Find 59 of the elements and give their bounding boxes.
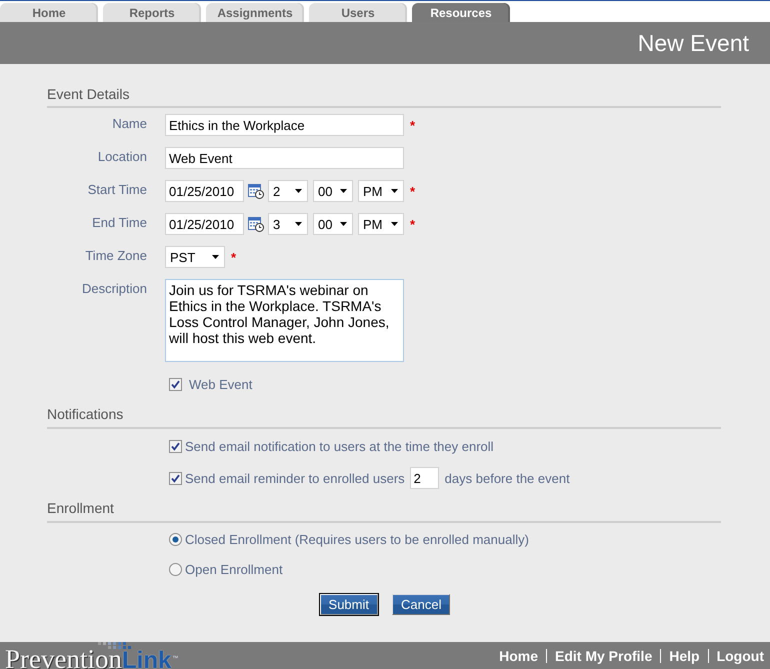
footer-link[interactable]: Help [669, 648, 700, 664]
checkbox[interactable] [169, 378, 182, 390]
text-input[interactable]: Web Event [165, 147, 404, 169]
caret-icon [340, 189, 347, 193]
footer-link[interactable]: Home [499, 648, 538, 664]
nav-tab[interactable]: Home [0, 3, 98, 22]
checkbox[interactable] [169, 440, 182, 452]
field-label: Time Zone [84, 247, 147, 265]
date-input[interactable]: 01/25/2010 [165, 180, 244, 202]
nav-tab[interactable]: Resources [412, 3, 510, 22]
field-label: End Time [91, 214, 147, 232]
minute-dropdown[interactable]: 00 [313, 180, 353, 202]
caret-icon [391, 222, 398, 226]
period-dropdown[interactable]: PM [358, 213, 404, 235]
period-dropdown[interactable]: PM [358, 180, 404, 202]
date-input[interactable]: 01/25/2010 [165, 213, 244, 235]
required-asterisk: * [410, 218, 416, 230]
required-asterisk: * [231, 250, 236, 264]
section-heading: Enrollment [47, 500, 115, 516]
text-input[interactable]: Ethics in the Workplace [165, 114, 404, 136]
radio-button[interactable] [169, 532, 182, 546]
radio-label: Closed Enrollment (Requires users to be enrolled manually) [185, 532, 529, 546]
caret-icon [391, 189, 398, 193]
square-grid-icon [98, 642, 133, 649]
radio-button[interactable] [169, 562, 182, 576]
days-input[interactable]: 2 [410, 467, 439, 489]
caret-icon [340, 222, 347, 226]
checkbox-label: Web Event [189, 376, 252, 392]
nav-tab[interactable]: Reports [103, 3, 201, 22]
footer-link[interactable]: Edit My Profile [555, 648, 652, 664]
caret-icon [295, 189, 302, 193]
footer-link[interactable]: Logout [716, 648, 764, 664]
required-asterisk: * [410, 184, 416, 198]
caret-icon [295, 222, 302, 226]
field-label: Location [96, 148, 147, 166]
checkbox[interactable] [169, 472, 182, 484]
hour-dropdown[interactable]: 3 [268, 213, 308, 235]
field-label: Start Time [86, 181, 147, 199]
action-button[interactable]: Cancel [392, 594, 450, 615]
days-suffix-text: days before the event [444, 470, 570, 486]
section-heading: Event Details [47, 86, 130, 102]
caret-icon [212, 255, 219, 259]
field-label: Description [80, 280, 147, 298]
page-title: New Event [638, 30, 749, 56]
description-textarea[interactable]: Join us for TSRMA's webinar on Ethics in the Workplace. TSRMA's Loss Control Manager, John Jones, will host this web event. [165, 279, 404, 362]
field-label: Name [111, 115, 147, 133]
calendar-icon[interactable] [248, 216, 264, 232]
hour-dropdown[interactable]: 2 [268, 180, 308, 202]
action-button[interactable]: Submit [320, 594, 378, 615]
required-asterisk: * [410, 118, 416, 132]
time-zone-dropdown[interactable]: PST [165, 246, 225, 268]
checkbox-label: Send email notification to users at the time they enroll [185, 438, 494, 454]
radio-label: Open Enrollment [185, 562, 283, 576]
nav-tab[interactable]: Users [309, 3, 407, 22]
nav-tab[interactable]: Assignments [206, 3, 304, 22]
checkbox-label: Send email reminder to enrolled users [185, 470, 405, 486]
calendar-icon[interactable] [248, 183, 264, 199]
minute-dropdown[interactable]: 00 [313, 213, 353, 235]
section-heading: Notifications [47, 406, 124, 422]
